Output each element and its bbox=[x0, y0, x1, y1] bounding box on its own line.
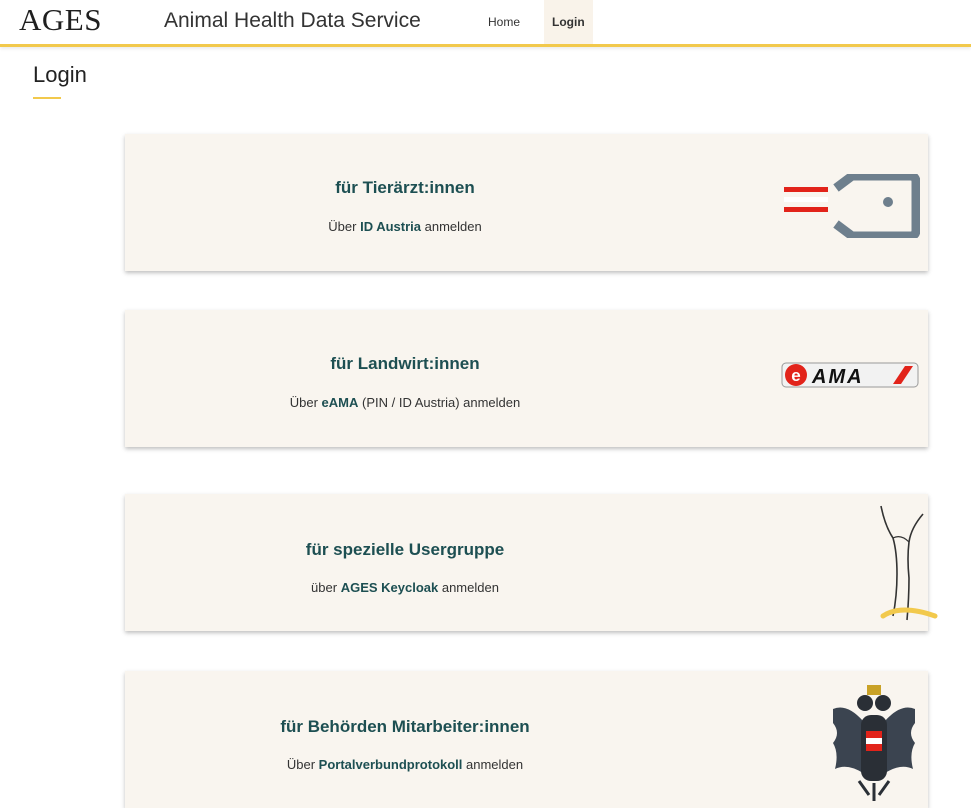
card-subtitle: Über eAMA (PIN / ID Austria) anmelden bbox=[289, 395, 521, 410]
ages-logo[interactable]: AGES bbox=[19, 2, 102, 38]
login-card-vets[interactable]: für Tierärzt:innen Über ID Austria anmel… bbox=[125, 134, 928, 271]
eama-logo-text: AMA bbox=[811, 366, 864, 388]
header-bar: AGES Animal Health Data Service Home Log… bbox=[0, 0, 971, 47]
login-card-farmers[interactable]: für Landwirt:innen Über eAMA (PIN / ID A… bbox=[125, 310, 928, 447]
login-card-authorities[interactable]: für Behörden Mitarbeiter:innen Über Port… bbox=[125, 671, 928, 808]
title-underline bbox=[33, 97, 61, 99]
eama-e-text: e bbox=[791, 366, 800, 385]
nav-login-link[interactable]: Login bbox=[544, 0, 593, 44]
card-title: für Landwirt:innen bbox=[330, 354, 480, 373]
card-subtitle: Über Portalverbundprotokoll anmelden bbox=[286, 757, 524, 772]
card-subtitle: Über ID Austria anmelden bbox=[328, 219, 482, 234]
card-title: für spezielle Usergruppe bbox=[305, 540, 505, 559]
id-austria-logo bbox=[784, 174, 920, 238]
app-title: Animal Health Data Service bbox=[164, 9, 421, 32]
austrian-eagle-logo bbox=[833, 685, 915, 801]
page-title: Login bbox=[33, 62, 87, 87]
ages-figure-logo bbox=[880, 505, 938, 621]
card-title: für Behörden Mitarbeiter:innen bbox=[280, 717, 530, 736]
eama-logo: e AMA bbox=[781, 362, 919, 388]
card-title: für Tierärzt:innen bbox=[335, 178, 475, 197]
login-card-special-users[interactable]: für spezielle Usergruppe über AGES Keycl… bbox=[125, 494, 938, 631]
nav-home-link[interactable]: Home bbox=[480, 0, 528, 44]
card-subtitle: über AGES Keycloak anmelden bbox=[311, 580, 499, 595]
